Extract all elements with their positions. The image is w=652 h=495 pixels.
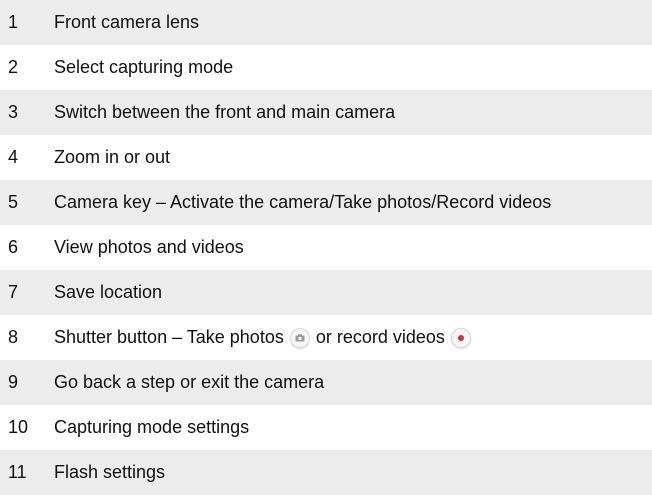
row-description: Select capturing mode [54,57,234,77]
row-number: 3 [8,102,19,122]
row-description: Save location [54,282,163,302]
row-number: 7 [8,282,19,302]
camera-icon [289,327,310,348]
legend-row-1: 1 Front camera lens [0,0,652,45]
legend-row-5: 5 Camera key – Activate the camera/Take … [0,180,652,225]
row-description: Switch between the front and main camera [54,102,396,122]
row-number: 10 [8,417,29,437]
row-number: 2 [8,57,19,77]
row-number: 1 [8,12,19,32]
row-description: Capturing mode settings [54,417,250,437]
legend-row-3: 3 Switch between the front and main came… [0,90,652,135]
legend-row-4: 4 Zoom in or out [0,135,652,180]
row-number: 11 [8,462,27,482]
legend-row-6: 6 View photos and videos [0,225,652,270]
row-number: 6 [8,237,19,257]
legend-row-11: 11 Flash settings [0,450,652,495]
row-number: 4 [8,147,19,167]
record-icon [450,327,471,348]
camera-legend: 1 Front camera lens 2 Select capturing m… [0,0,652,495]
legend-row-9: 9 Go back a step or exit the camera [0,360,652,405]
row-description: Flash settings [54,462,166,482]
row-description: View photos and videos [54,237,244,257]
row-description: Camera key – Activate the camera/Take ph… [54,192,552,212]
row-description: Zoom in or out [54,147,171,167]
row-number: 5 [8,192,19,212]
row-number: 9 [8,372,19,392]
row-description: Shutter button – Take photos or record v… [54,327,652,348]
legend-row-7: 7 Save location [0,270,652,315]
row-number: 8 [8,327,19,347]
legend-row-8: 8 Shutter button – Take photos or record… [0,315,652,360]
row-description: Front camera lens [54,12,200,32]
row-description-part-2: or record videos [315,327,445,347]
legend-row-10: 10 Capturing mode settings [0,405,652,450]
row-description: Go back a step or exit the camera [54,372,325,392]
row-description-part-1: Shutter button – Take photos [54,327,284,347]
legend-row-2: 2 Select capturing mode [0,45,652,90]
